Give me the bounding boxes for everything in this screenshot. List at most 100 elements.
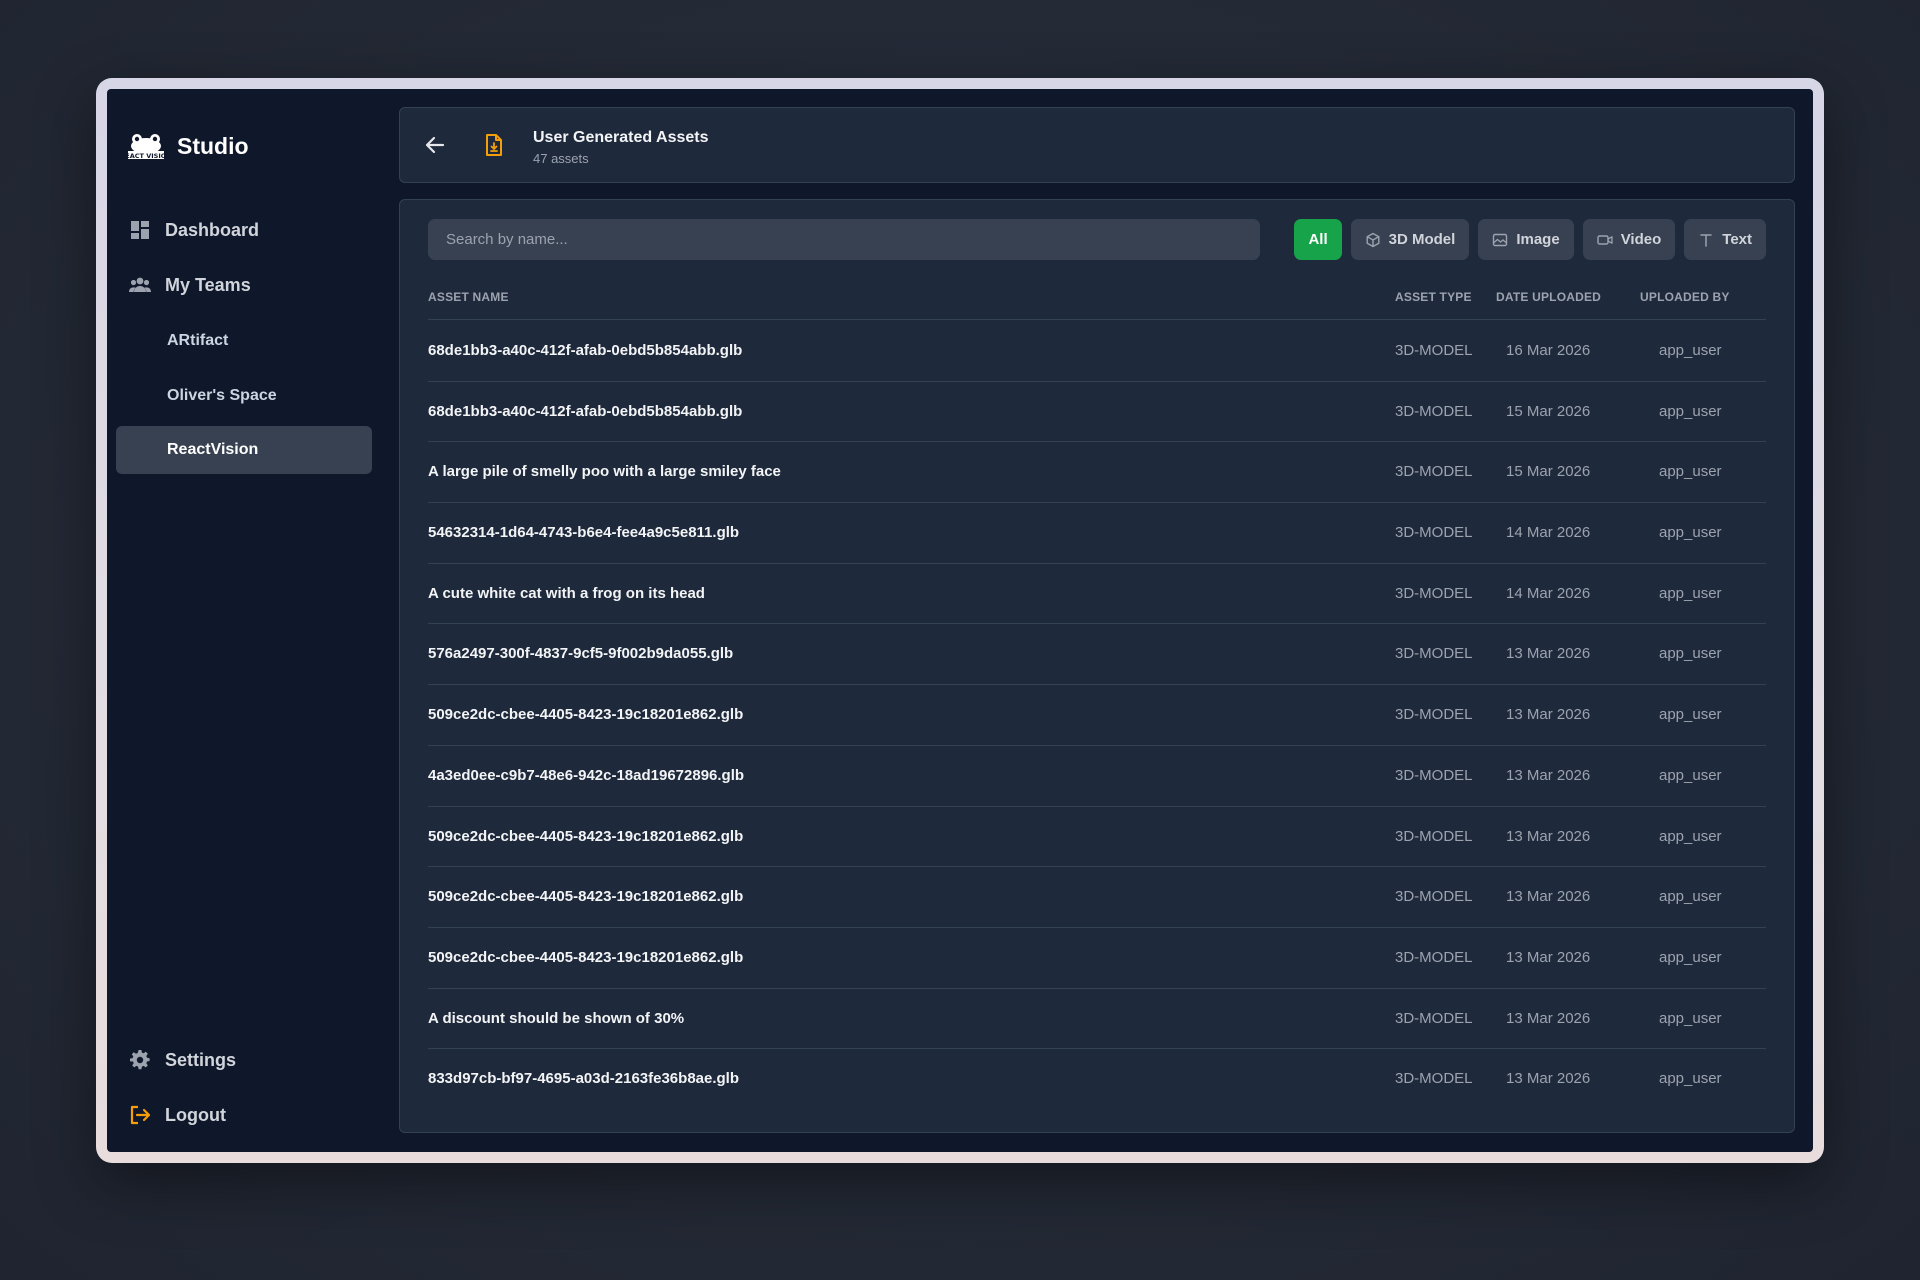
asset-name-cell: 68de1bb3-a40c-412f-afab-0ebd5b854abb.glb bbox=[428, 342, 743, 359]
nav-settings[interactable]: Settings bbox=[129, 1049, 236, 1071]
nav-logout[interactable]: Logout bbox=[129, 1104, 226, 1126]
nav-dashboard[interactable]: Dashboard bbox=[129, 219, 259, 241]
sidebar-team-reactvision[interactable]: ReactVision bbox=[116, 426, 372, 474]
nav-settings-label: Settings bbox=[165, 1049, 237, 1070]
table-row[interactable]: 576a2497-300f-4837-9cf5-9f002b9da055.glb… bbox=[428, 624, 1766, 686]
table-row[interactable]: A discount should be shown of 30% 3D-MODE… bbox=[428, 989, 1766, 1050]
reactvision-logo-icon: REACT VISION bbox=[125, 134, 167, 160]
sidebar-team-artifact[interactable]: ARtifact bbox=[116, 317, 372, 365]
uploaded-by-cell: app_user bbox=[1659, 948, 1722, 966]
asset-name-cell: 509ce2dc-cbee-4405-8423-19c18201e862.glb bbox=[428, 948, 744, 966]
date-uploaded-cell: 13 Mar 2026 bbox=[1506, 706, 1591, 724]
date-uploaded-cell: 13 Mar 2026 bbox=[1506, 948, 1591, 966]
asset-name-cell: 54632314-1d64-4743-b6e4-fee4a9c5e811.glb bbox=[428, 524, 740, 542]
column-date-uploaded[interactable]: DATE UPLOADED bbox=[1496, 290, 1601, 304]
filter-image-label: Image bbox=[1516, 231, 1560, 248]
uploaded-by-cell: app_user bbox=[1659, 524, 1722, 542]
nav-my-teams-label: My Teams bbox=[165, 274, 251, 295]
table-row[interactable]: 509ce2dc-cbee-4405-8423-19c18201e862.glb… bbox=[428, 685, 1766, 746]
asset-type-cell: 3D-MODEL bbox=[1395, 584, 1473, 602]
asset-type-cell: 3D-MODEL bbox=[1395, 1070, 1473, 1088]
asset-type-cell: 3D-MODEL bbox=[1395, 463, 1473, 481]
date-uploaded-cell: 13 Mar 2026 bbox=[1506, 827, 1591, 845]
date-uploaded-cell: 14 Mar 2026 bbox=[1506, 524, 1591, 542]
nav-dashboard-label: Dashboard bbox=[165, 219, 260, 240]
date-uploaded-cell: 13 Mar 2026 bbox=[1506, 888, 1591, 906]
uploaded-by-cell: app_user bbox=[1659, 402, 1722, 420]
table-row[interactable]: 54632314-1d64-4743-b6e4-fee4a9c5e811.glb… bbox=[428, 503, 1766, 564]
filter-video-button[interactable]: Video bbox=[1582, 219, 1676, 260]
asset-name-cell: 4a3ed0ee-c9b7-48e6-942c-18ad19672896.glb bbox=[428, 766, 745, 784]
table-row[interactable]: 509ce2dc-cbee-4405-8423-19c18201e862.glb… bbox=[428, 928, 1766, 989]
nav-my-teams[interactable]: My Teams bbox=[129, 274, 251, 296]
sidebar-team-olivers-space[interactable]: Oliver's Space bbox=[116, 372, 372, 420]
asset-type-cell: 3D-MODEL bbox=[1395, 766, 1473, 784]
page-header: User Generated Assets 47 assets bbox=[399, 107, 1795, 183]
sidebar: REACT VISION Studio Dashboard My Teams A… bbox=[107, 89, 393, 1152]
table-row[interactable]: A large pile of smelly poo with a large … bbox=[428, 442, 1766, 504]
table-row[interactable]: 509ce2dc-cbee-4405-8423-19c18201e862.glb… bbox=[428, 867, 1766, 928]
asset-type-cell: 3D-MODEL bbox=[1395, 645, 1473, 663]
app-window: REACT VISION Studio Dashboard My Teams A… bbox=[107, 89, 1813, 1152]
asset-name-cell: 68de1bb3-a40c-412f-afab-0ebd5b854abb.glb bbox=[428, 402, 743, 420]
brand-name: Studio bbox=[177, 132, 249, 159]
filter-image-button[interactable]: Image bbox=[1478, 219, 1574, 260]
teams-icon bbox=[129, 274, 151, 296]
search-input[interactable] bbox=[428, 219, 1260, 260]
table-header: ASSET NAME ASSET TYPE DATE UPLOADED UPLO… bbox=[428, 288, 1766, 320]
filter-bar: All 3D Model Image Video Text bbox=[1294, 219, 1766, 260]
asset-name-cell: 509ce2dc-cbee-4405-8423-19c18201e862.glb bbox=[428, 888, 744, 906]
asset-type-cell: 3D-MODEL bbox=[1395, 888, 1473, 906]
asset-table-body: 68de1bb3-a40c-412f-afab-0ebd5b854abb.glb… bbox=[428, 321, 1766, 1110]
filter-text-button[interactable]: Text bbox=[1684, 219, 1766, 260]
uploaded-by-cell: app_user bbox=[1659, 1070, 1722, 1088]
asset-name-cell: 509ce2dc-cbee-4405-8423-19c18201e862.glb bbox=[428, 827, 744, 845]
asset-name-cell: A large pile of smelly poo with a large … bbox=[428, 463, 781, 481]
filter-3d-model-label: 3D Model bbox=[1388, 231, 1456, 248]
filter-all-label: All bbox=[1308, 231, 1328, 248]
table-row[interactable]: 68de1bb3-a40c-412f-afab-0ebd5b854abb.glb… bbox=[428, 382, 1766, 443]
nav-logout-label: Logout bbox=[165, 1104, 226, 1125]
image-icon bbox=[1492, 232, 1508, 248]
document-icon bbox=[486, 134, 502, 156]
asset-type-cell: 3D-MODEL bbox=[1395, 402, 1473, 420]
video-icon bbox=[1596, 232, 1613, 248]
back-arrow-icon[interactable] bbox=[424, 134, 446, 156]
svg-text:REACT VISION: REACT VISION bbox=[125, 152, 167, 160]
table-row[interactable]: 833d97cb-bf97-4695-a03d-2163fe36b8ae.glb… bbox=[428, 1049, 1766, 1110]
column-uploaded-by[interactable]: UPLOADED BY bbox=[1640, 290, 1730, 304]
filter-3d-model-button[interactable]: 3D Model bbox=[1350, 219, 1470, 260]
asset-type-cell: 3D-MODEL bbox=[1395, 342, 1473, 359]
date-uploaded-cell: 13 Mar 2026 bbox=[1506, 1070, 1591, 1088]
asset-name-cell: A cute white cat with a frog on its head bbox=[428, 584, 705, 602]
filter-all-button[interactable]: All bbox=[1294, 219, 1342, 260]
brand[interactable]: REACT VISION Studio bbox=[125, 131, 249, 161]
uploaded-by-cell: app_user bbox=[1659, 1009, 1722, 1027]
column-asset-name[interactable]: ASSET NAME bbox=[428, 290, 509, 304]
date-uploaded-cell: 13 Mar 2026 bbox=[1506, 1009, 1591, 1027]
uploaded-by-cell: app_user bbox=[1659, 584, 1722, 602]
asset-type-cell: 3D-MODEL bbox=[1395, 827, 1473, 845]
date-uploaded-cell: 13 Mar 2026 bbox=[1506, 645, 1591, 663]
date-uploaded-cell: 14 Mar 2026 bbox=[1506, 584, 1591, 602]
uploaded-by-cell: app_user bbox=[1659, 706, 1722, 724]
filter-text-label: Text bbox=[1722, 231, 1752, 248]
column-asset-type[interactable]: ASSET TYPE bbox=[1395, 290, 1472, 304]
page-title: User Generated Assets bbox=[533, 129, 709, 146]
cube-icon bbox=[1365, 232, 1381, 248]
uploaded-by-cell: app_user bbox=[1659, 888, 1722, 906]
date-uploaded-cell: 15 Mar 2026 bbox=[1506, 402, 1591, 420]
uploaded-by-cell: app_user bbox=[1659, 645, 1722, 663]
asset-count: 47 assets bbox=[533, 151, 589, 166]
asset-name-cell: 576a2497-300f-4837-9cf5-9f002b9da055.glb bbox=[428, 645, 734, 663]
table-row[interactable]: 68de1bb3-a40c-412f-afab-0ebd5b854abb.glb… bbox=[428, 321, 1766, 382]
logout-icon bbox=[129, 1104, 151, 1126]
asset-type-cell: 3D-MODEL bbox=[1395, 524, 1473, 542]
table-row[interactable]: A cute white cat with a frog on its head… bbox=[428, 564, 1766, 625]
uploaded-by-cell: app_user bbox=[1659, 827, 1722, 845]
table-row[interactable]: 509ce2dc-cbee-4405-8423-19c18201e862.glb… bbox=[428, 807, 1766, 868]
asset-type-cell: 3D-MODEL bbox=[1395, 1009, 1473, 1027]
filter-video-label: Video bbox=[1620, 231, 1662, 248]
table-row[interactable]: 4a3ed0ee-c9b7-48e6-942c-18ad19672896.glb… bbox=[428, 746, 1766, 807]
asset-name-cell: 509ce2dc-cbee-4405-8423-19c18201e862.glb bbox=[428, 706, 744, 724]
